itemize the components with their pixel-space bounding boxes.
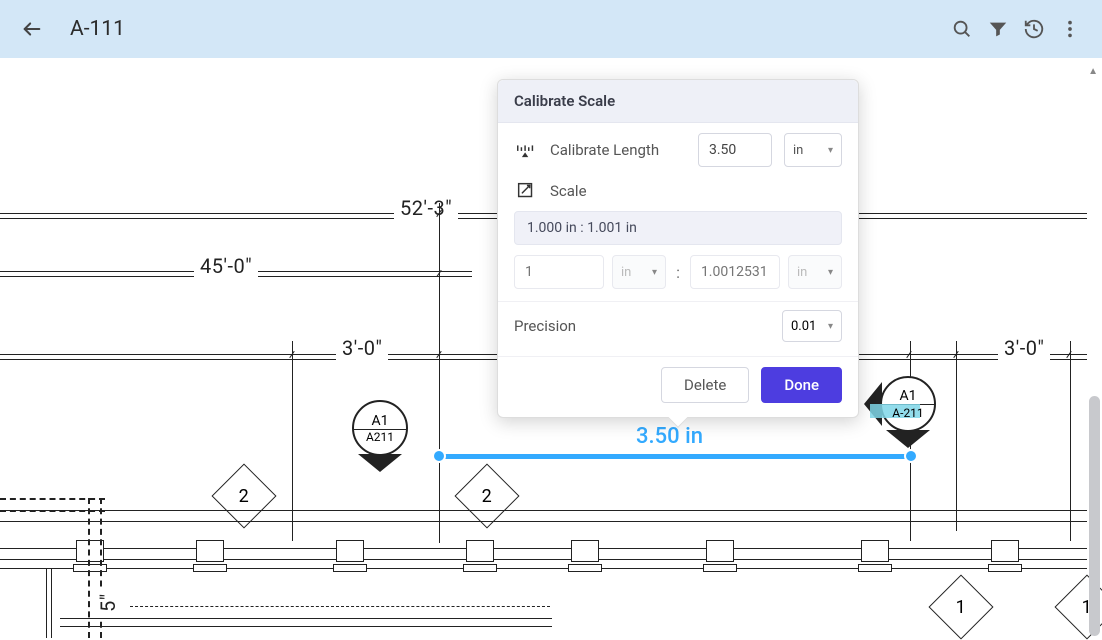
titlebar: A-111 — [0, 0, 1102, 58]
chevron-down-icon: ▾ — [828, 145, 833, 156]
delete-button[interactable]: Delete — [661, 367, 749, 403]
scale-left-input — [514, 255, 604, 289]
calibration-measure-label: 3.50 in — [636, 424, 703, 449]
vertical-scrollbar[interactable]: ▲ — [1089, 66, 1100, 632]
back-button[interactable] — [14, 11, 50, 47]
scale-colon: : — [674, 263, 682, 282]
chevron-down-icon: ▾ — [652, 267, 657, 278]
dimension-left-span: 45'-0" — [194, 254, 258, 278]
grid-bubble: 1 — [928, 574, 993, 639]
popup-title: Calibrate Scale — [498, 80, 858, 123]
dimension-bay-left: 3'-0" — [336, 336, 388, 360]
chevron-down-icon: ▾ — [828, 267, 833, 278]
done-button[interactable]: Done — [761, 367, 842, 403]
section-marker-bottom: A211 — [366, 430, 394, 444]
page-title: A-111 — [70, 17, 125, 41]
history-icon[interactable] — [1016, 11, 1052, 47]
section-marker-a1-right: A1 A-211 — [880, 376, 936, 432]
filter-icon[interactable] — [980, 11, 1016, 47]
scroll-thumb[interactable] — [1089, 396, 1100, 636]
scroll-up-icon[interactable]: ▲ — [1088, 66, 1098, 77]
calibration-handle-left[interactable] — [432, 449, 446, 463]
chevron-down-icon: ▾ — [828, 321, 833, 332]
calibrate-length-icon — [514, 138, 538, 162]
scale-icon — [514, 179, 538, 203]
calibration-handle-right[interactable] — [904, 449, 918, 463]
scale-readout: 1.000 in : 1.001 in — [514, 211, 842, 245]
scale-label: Scale — [550, 182, 842, 200]
dimension-bay-right: 3'-0" — [998, 336, 1050, 360]
section-marker-top: A1 — [371, 413, 388, 429]
calibrate-scale-popup: Calibrate Scale Calibrate Length in▾ Sca… — [497, 79, 859, 418]
precision-select[interactable]: 0.01▾ — [782, 310, 842, 342]
search-icon[interactable] — [944, 11, 980, 47]
section-marker-a1-left: A1 A211 — [352, 400, 408, 456]
scale-right-unit-select: in▾ — [788, 255, 842, 289]
wall-section — [0, 510, 1087, 560]
drawing-canvas[interactable]: 52'-3" 45'-0" 3'-0" 3'-0" A1 A211 A1 — [0, 58, 1102, 640]
dimension-overall: 52'-3" — [394, 196, 458, 220]
calibrate-length-input[interactable] — [698, 133, 772, 167]
calibrate-unit-select[interactable]: in▾ — [784, 133, 842, 167]
calibrate-length-label: Calibrate Length — [550, 141, 686, 159]
more-icon[interactable] — [1052, 11, 1088, 47]
calibration-measure-line[interactable] — [438, 454, 910, 459]
precision-label: Precision — [514, 317, 576, 335]
section-marker-bottom: A-211 — [892, 406, 923, 420]
section-marker-top: A1 — [899, 388, 916, 404]
scale-left-unit-select: in▾ — [612, 255, 666, 289]
scale-right-input — [690, 255, 780, 289]
dimension-vertical: 5" — [96, 587, 120, 618]
